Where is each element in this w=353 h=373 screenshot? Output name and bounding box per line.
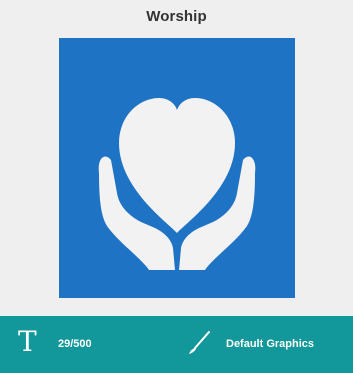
worship-card: Worship T 29/500 Default Graphics <box>0 0 353 373</box>
default-graphics-button[interactable]: Default Graphics <box>226 338 314 350</box>
brush-icon[interactable] <box>186 330 212 356</box>
character-count: 29/500 <box>58 338 92 350</box>
card-footer: T 29/500 Default Graphics <box>0 316 353 373</box>
graphic-tile[interactable] <box>59 38 295 298</box>
card-title: Worship <box>146 8 207 25</box>
heart-in-hands-icon <box>98 98 256 270</box>
text-T-icon[interactable]: T <box>18 328 37 356</box>
